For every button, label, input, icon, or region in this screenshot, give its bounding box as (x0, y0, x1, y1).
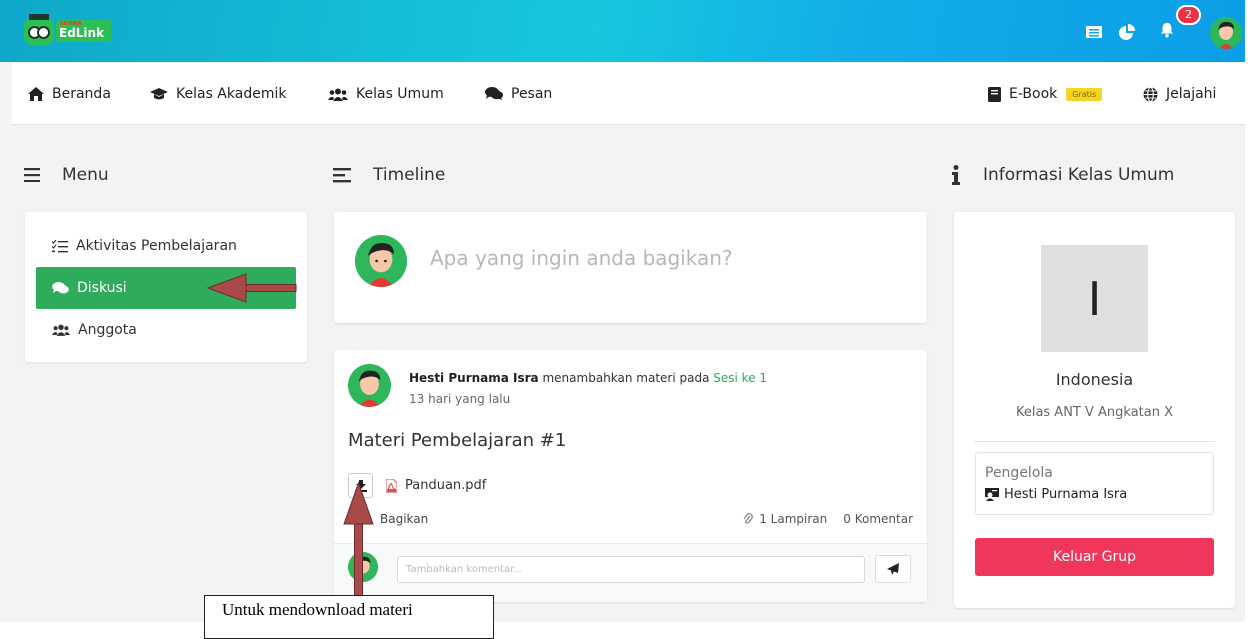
download-button[interactable] (348, 473, 373, 498)
gratis-badge: Gratis (1066, 87, 1103, 101)
logo-brand-text: EdLink (59, 26, 105, 40)
attachment-file[interactable]: Panduan.pdf (386, 478, 486, 493)
user-avatar (355, 235, 407, 287)
users-icon (328, 88, 348, 101)
timeline-heading: Timeline (333, 160, 445, 190)
list-icon[interactable] (1085, 24, 1103, 40)
send-comment-button[interactable] (875, 555, 911, 583)
class-subtitle: Kelas ANT V Angkatan X (1015, 405, 1174, 420)
file-name: Panduan.pdf (405, 478, 487, 493)
manager-label: Pengelola (985, 465, 1053, 481)
annotation-caption: Untuk mendownload materi (204, 595, 494, 639)
share-box[interactable]: Apa yang ingin anda bagikan? (334, 212, 927, 323)
nav-label: Pesan (511, 86, 553, 102)
attachment-count[interactable]: 1 Lampiran (759, 512, 827, 526)
menu-item-label: Aktivitas Pembelajaran (76, 238, 237, 254)
edlink-logo[interactable]: SEVIMA EdLink (24, 13, 111, 46)
nav-item-beranda[interactable]: Beranda (28, 63, 111, 125)
comments-icon (485, 87, 503, 100)
manager-name: Hesti Purnama Isra (1004, 487, 1128, 502)
align-left-icon (333, 167, 351, 182)
comments-icon (52, 281, 69, 293)
manager-name-row[interactable]: Hesti Purnama Isra (985, 487, 1127, 502)
teacher-icon (985, 488, 999, 501)
globe-icon (1143, 86, 1158, 102)
nav-item-pesan[interactable]: Pesan (485, 63, 552, 125)
nav-item-jelajahi[interactable]: Jelajahi (1143, 63, 1216, 125)
paperclip-icon (743, 513, 754, 524)
class-name: Indonesia (1055, 370, 1134, 389)
comment-count[interactable]: 0 Komentar (843, 512, 913, 526)
menu-heading: Menu (24, 160, 109, 190)
ebook-label: E-Book (1009, 86, 1058, 102)
pie-chart-icon[interactable] (1118, 24, 1136, 40)
download-icon (354, 479, 367, 492)
share-placeholder[interactable]: Apa yang ingin anda bagikan? (430, 246, 733, 270)
owl-logo-icon (24, 13, 54, 45)
author-name[interactable]: Hesti Purnama Isra (409, 371, 539, 385)
user-avatar[interactable] (1210, 17, 1242, 49)
nav-item-ebook[interactable]: E-Book Gratis (988, 63, 1103, 125)
nav-label: Kelas Umum (356, 86, 444, 102)
post-action: menambahkan materi pada (542, 371, 710, 385)
author-avatar[interactable] (348, 364, 391, 407)
bell-icon[interactable] (1158, 22, 1176, 38)
graduation-cap-icon (150, 87, 168, 99)
nav-item-kelas-umum[interactable]: Kelas Umum (328, 63, 444, 125)
class-initial-avatar: I (1041, 245, 1148, 352)
post-time: 13 hari yang lalu (409, 392, 511, 406)
info-heading: Informasi Kelas Umum (951, 160, 1174, 190)
jelajahi-label: Jelajahi (1166, 86, 1217, 102)
post-meta: 1 Lampiran 0 Komentar (743, 512, 913, 526)
post-title: Materi Pembelajaran #1 (348, 430, 567, 451)
hamburger-icon[interactable] (24, 168, 40, 182)
top-bar: SEVIMA EdLink 2 (0, 0, 1245, 62)
users-icon (52, 324, 70, 336)
timeline-heading-text: Timeline (373, 165, 446, 185)
comment-input[interactable]: Tambahkan komentar... (397, 556, 865, 583)
info-heading-text: Informasi Kelas Umum (983, 165, 1175, 185)
menu-item-label: Diskusi (77, 280, 127, 296)
tasks-icon (52, 239, 68, 252)
post-card: Hesti Purnama Isra menambahkan materi pa… (334, 350, 927, 602)
post-author-line: Hesti Purnama Isra menambahkan materi pa… (409, 371, 767, 385)
leave-group-button[interactable]: Keluar Grup (975, 538, 1214, 576)
menu-heading-text: Menu (62, 165, 109, 185)
nav-label: Beranda (52, 86, 111, 102)
home-icon (28, 87, 44, 101)
menu-item-label: Anggota (78, 322, 137, 338)
manager-box: Pengelola Hesti Purnama Isra (975, 452, 1214, 515)
commenter-avatar (348, 552, 378, 582)
pdf-file-icon (386, 478, 397, 493)
menu-item-aktivitas[interactable]: Aktivitas Pembelajaran (36, 225, 296, 267)
nav-item-kelas-akademik[interactable]: Kelas Akademik (150, 63, 286, 125)
notification-badge: 2 (1176, 5, 1201, 25)
share-link[interactable]: Bagikan (380, 512, 428, 526)
session-link[interactable]: Sesi ke 1 (713, 371, 767, 385)
class-info-card: I Indonesia Kelas ANT V Angkatan X Penge… (954, 212, 1235, 608)
menu-item-anggota[interactable]: Anggota (36, 309, 296, 351)
comment-bar: Tambahkan komentar... (334, 544, 927, 602)
menu-item-diskusi[interactable]: Diskusi (36, 267, 296, 309)
paper-plane-icon (887, 563, 899, 575)
book-icon (988, 86, 1001, 102)
nav-label: Kelas Akademik (176, 86, 287, 102)
info-icon (952, 165, 960, 185)
main-nav: Beranda Kelas Akademik Kelas Umum Pesan … (12, 63, 1245, 125)
menu-card: Aktivitas Pembelajaran Diskusi Anggota (25, 212, 307, 362)
